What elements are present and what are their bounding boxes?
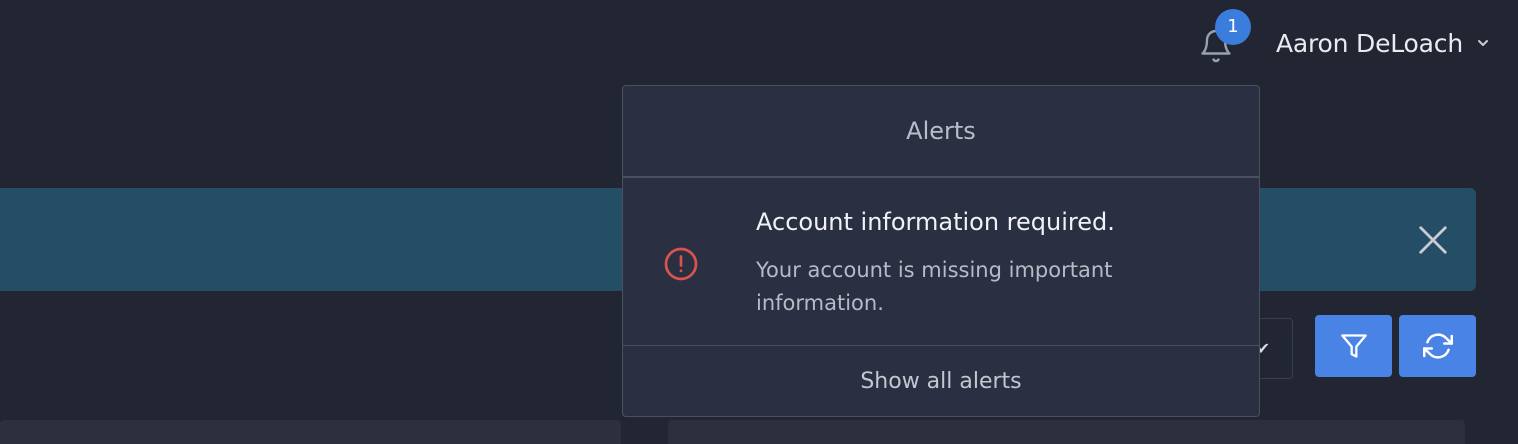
filter-icon xyxy=(1340,334,1367,358)
banner-close-button[interactable] xyxy=(1412,219,1454,261)
user-menu[interactable]: Aaron DeLoach xyxy=(1276,24,1491,62)
notification-count-badge: 1 xyxy=(1215,9,1251,45)
content-card-right xyxy=(668,420,1465,444)
alerts-header: Alerts xyxy=(623,86,1259,178)
filter-button[interactable] xyxy=(1315,315,1392,377)
content-card-left xyxy=(0,420,621,444)
alert-description: Your account is missing important inform… xyxy=(756,258,1113,315)
alerts-dropdown: Alerts Account information required. You… xyxy=(622,85,1260,417)
alert-title: Account information required. xyxy=(756,208,1115,236)
alert-item[interactable]: Account information required. Your accou… xyxy=(623,178,1259,346)
refresh-button[interactable] xyxy=(1399,315,1476,377)
close-icon xyxy=(1419,226,1447,254)
chevron-down-icon xyxy=(1477,40,1488,46)
exclamation-circle-icon xyxy=(664,247,698,281)
refresh-icon xyxy=(1422,333,1453,359)
user-name: Aaron DeLoach xyxy=(1276,28,1463,58)
show-all-alerts-link[interactable]: Show all alerts xyxy=(623,346,1259,416)
